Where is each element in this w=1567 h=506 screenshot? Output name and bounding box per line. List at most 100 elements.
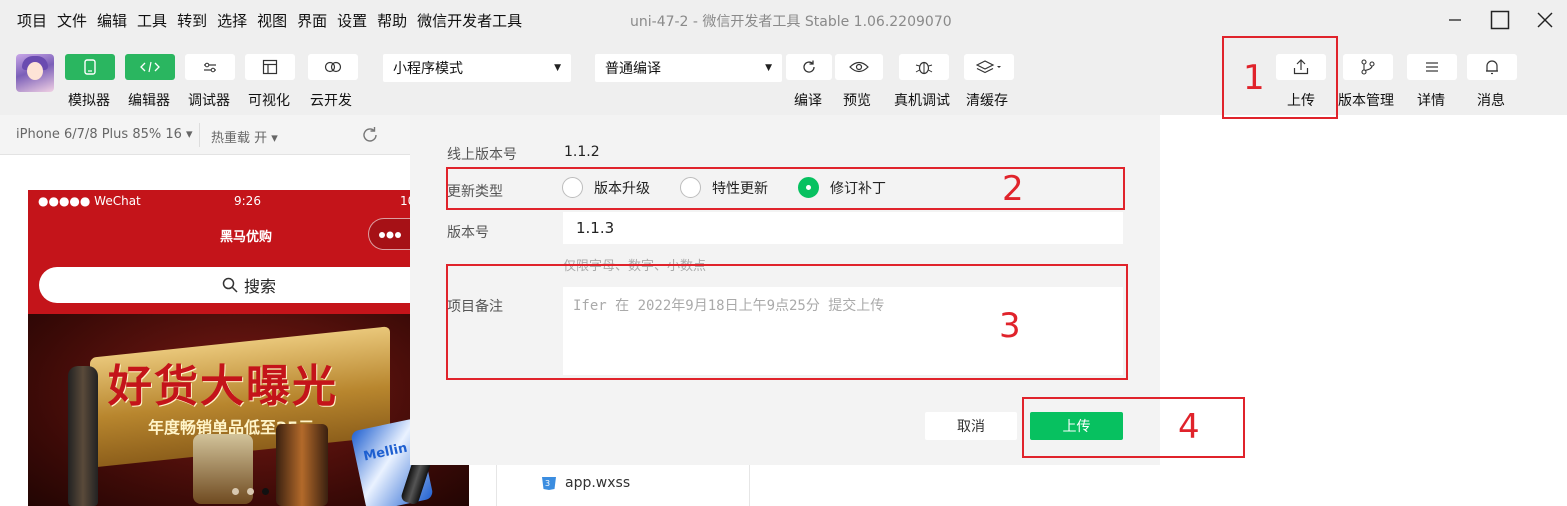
menu-edit[interactable]: 编辑 xyxy=(97,10,127,31)
device-select[interactable]: iPhone 6/7/8 Plus 85% 16 ▾ xyxy=(16,127,193,142)
search-area: 搜索 xyxy=(28,254,469,314)
maximize-icon xyxy=(1490,10,1509,30)
minimize-icon xyxy=(1448,19,1461,21)
subbar-divider xyxy=(199,123,200,147)
banner-swiper[interactable]: 好货大曝光 年度畅销单品低至25元 Mellin xyxy=(28,314,469,506)
simulator-subbar: iPhone 6/7/8 Plus 85% 16 ▾ 热重载 开 ▾ xyxy=(0,115,410,155)
online-version-label: 线上版本号 xyxy=(447,147,517,163)
cloud-button[interactable] xyxy=(308,54,358,80)
bug-icon xyxy=(915,61,933,75)
compile-label: 编译 xyxy=(794,93,822,109)
close-icon xyxy=(1537,12,1552,28)
clear-cache-button[interactable] xyxy=(964,54,1014,80)
product-label: Mellin xyxy=(362,440,409,465)
minimize-button[interactable] xyxy=(1432,0,1477,40)
css-file-icon: 3 xyxy=(542,477,556,490)
file-item[interactable]: 3 app.wxss xyxy=(541,475,630,491)
annotation-box xyxy=(1022,397,1245,458)
phone-preview: ●●●●● WeChat 9:26 10 黑马优购 搜索 好货大曝光 年度畅销单… xyxy=(28,190,469,506)
clear-cache-label: 清缓存 xyxy=(966,93,1008,109)
phone-status-bar: ●●●●● WeChat 9:26 10 xyxy=(28,190,469,214)
sliders-icon xyxy=(204,62,216,73)
layers-icon xyxy=(976,60,1001,74)
swiper-dots xyxy=(228,488,273,495)
hot-reload-toggle[interactable]: 热重载 开 ▾ xyxy=(211,127,278,146)
mode-select[interactable]: 小程序模式 ▼ xyxy=(383,54,571,82)
messages-label: 消息 xyxy=(1477,93,1505,109)
remote-debug-label: 真机调试 xyxy=(894,93,950,109)
eye-icon xyxy=(849,61,869,73)
version-mgmt-button[interactable] xyxy=(1343,54,1393,80)
visual-button[interactable] xyxy=(245,54,295,80)
nav-title: 黑马优购 xyxy=(220,230,273,245)
close-button[interactable] xyxy=(1522,0,1567,40)
reload-icon xyxy=(363,127,377,142)
annotation-box xyxy=(446,264,1128,380)
banner-title: 好货大曝光 xyxy=(108,361,338,412)
details-label: 详情 xyxy=(1417,93,1445,109)
cloud-label: 云开发 xyxy=(310,93,352,109)
online-version-value: 1.1.2 xyxy=(564,144,600,160)
mode-caret-icon: ▼ xyxy=(554,63,561,73)
phone-nav-bar: 黑马优购 xyxy=(28,214,469,254)
reload-button[interactable] xyxy=(361,126,379,148)
file-name: app.wxss xyxy=(565,475,631,491)
swiper-dot[interactable] xyxy=(247,488,254,495)
menu-items: 项目 文件 编辑 工具 转到 选择 视图 界面 设置 帮助 微信开发者工具 xyxy=(0,10,532,31)
branch-icon xyxy=(1361,59,1375,75)
menu-help[interactable]: 帮助 xyxy=(377,10,407,31)
compile-select[interactable]: 普通编译 ▼ xyxy=(595,54,782,82)
simulator-label: 模拟器 xyxy=(68,93,110,109)
details-button[interactable] xyxy=(1407,54,1457,80)
avatar-face xyxy=(27,62,43,80)
product-image xyxy=(68,366,98,506)
version-input[interactable] xyxy=(563,212,1123,244)
preview-label: 预览 xyxy=(843,93,871,109)
debugger-button[interactable] xyxy=(185,54,235,80)
menu-bar: 项目 文件 编辑 工具 转到 选择 视图 界面 设置 帮助 微信开发者工具 un… xyxy=(0,0,1567,40)
refresh-icon xyxy=(803,60,815,73)
more-dots-icon xyxy=(379,231,401,239)
menu-project[interactable]: 项目 xyxy=(17,10,47,31)
menu-file[interactable]: 文件 xyxy=(57,10,87,31)
menu-select[interactable]: 选择 xyxy=(217,10,247,31)
messages-button[interactable] xyxy=(1467,54,1517,80)
menu-tools[interactable]: 工具 xyxy=(137,10,167,31)
menu-lines-icon xyxy=(1426,62,1438,72)
annotation-number: 2 xyxy=(1002,169,1024,209)
simulator-button[interactable] xyxy=(65,54,115,80)
compile-button[interactable] xyxy=(786,54,832,80)
annotation-number: 3 xyxy=(999,306,1021,346)
maximize-button[interactable] xyxy=(1477,0,1522,40)
cancel-button[interactable]: 取消 xyxy=(925,412,1017,440)
annotation-number: 1 xyxy=(1243,58,1265,98)
avatar[interactable] xyxy=(16,54,54,92)
menu-settings[interactable]: 设置 xyxy=(337,10,367,31)
cloud-icon xyxy=(324,61,342,73)
product-image xyxy=(276,424,328,506)
layout-icon xyxy=(262,59,278,75)
debugger-label: 调试器 xyxy=(188,93,230,109)
search-placeholder: 搜索 xyxy=(243,277,276,296)
window-controls xyxy=(1432,0,1567,40)
editor-button[interactable] xyxy=(125,54,175,80)
menu-interface[interactable]: 界面 xyxy=(297,10,327,31)
search-icon xyxy=(222,277,238,293)
annotation-box xyxy=(1222,36,1338,119)
swiper-dot[interactable] xyxy=(232,488,239,495)
annotation-number: 4 xyxy=(1178,407,1200,447)
search-bar[interactable]: 搜索 xyxy=(39,267,459,303)
preview-button[interactable] xyxy=(835,54,883,80)
status-time: 9:26 xyxy=(234,194,261,208)
menu-goto[interactable]: 转到 xyxy=(177,10,207,31)
bell-icon xyxy=(1486,60,1498,75)
remote-debug-button[interactable] xyxy=(899,54,949,80)
svg-text:3: 3 xyxy=(545,479,550,488)
swiper-dot-active[interactable] xyxy=(262,488,269,495)
visual-label: 可视化 xyxy=(248,93,290,109)
menu-view[interactable]: 视图 xyxy=(257,10,287,31)
version-mgmt-label: 版本管理 xyxy=(1338,93,1394,109)
menu-wechat-devtools[interactable]: 微信开发者工具 xyxy=(417,10,522,31)
compile-caret-icon: ▼ xyxy=(765,63,772,73)
compile-select-value: 普通编译 xyxy=(605,61,661,77)
